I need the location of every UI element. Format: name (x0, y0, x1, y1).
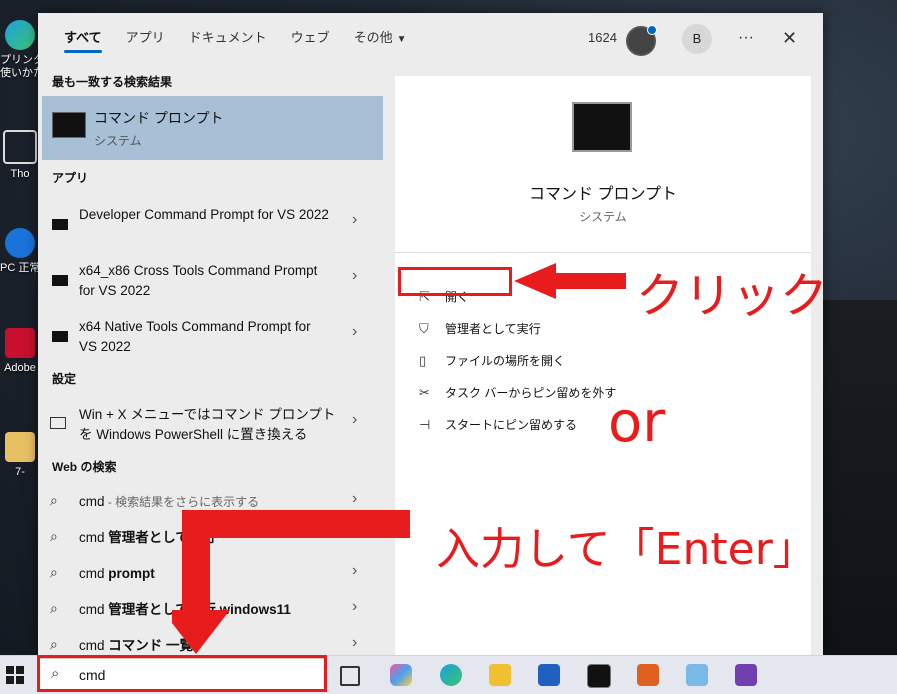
close-button[interactable]: ✕ (782, 13, 797, 63)
terminal-icon[interactable] (587, 664, 611, 688)
settings-result-item[interactable]: Win + X メニューではコマンド プロンプトを Windows PowerS… (42, 401, 383, 453)
action-open-file-location[interactable]: ▯ ファイルの場所を開く (419, 352, 565, 369)
chevron-right-icon[interactable]: › (352, 211, 357, 229)
search-icon: ⌕ (50, 636, 58, 652)
terminal-icon (572, 102, 632, 152)
chevron-right-icon[interactable]: › (352, 634, 357, 652)
web-search-heading: Web の検索 (52, 460, 117, 474)
tab-documents[interactable]: ドキュメント (177, 13, 279, 63)
apps-heading: アプリ (52, 171, 89, 185)
task-view-icon[interactable] (340, 666, 360, 686)
app-result-item[interactable]: x64 Native Tools Command Prompt for VS 2… (42, 313, 383, 365)
search-header: すべて アプリ ドキュメント ウェブ その他 ▼ 1624 B ··· ✕ (38, 13, 823, 63)
chevron-right-icon[interactable]: › (352, 323, 357, 341)
avatar[interactable]: B (682, 24, 712, 54)
file-icon: ▯ (419, 353, 427, 368)
divider (395, 252, 811, 253)
rewards-points: 1624 (588, 30, 617, 45)
chevron-right-icon[interactable]: › (352, 411, 357, 429)
search-icon: ⌕ (50, 600, 58, 616)
chevron-right-icon[interactable]: › (352, 267, 357, 285)
tab-more[interactable]: その他 ▼ (342, 13, 419, 63)
terminal-icon (52, 219, 68, 230)
desktop-icon-edge[interactable]: プリンター 使いかた (0, 20, 40, 80)
detail-title: コマンド プロンプト (529, 186, 677, 203)
terminal-icon (52, 331, 68, 342)
rewards-trophy-icon[interactable] (626, 25, 657, 56)
notification-dot (647, 25, 657, 35)
media-player-icon[interactable] (637, 664, 659, 686)
best-match-heading: 最も一致する検索結果 (52, 75, 173, 89)
chevron-down-icon: ▼ (396, 34, 407, 45)
pin-icon: ⊣ (419, 417, 431, 432)
detail-subtitle: システム (579, 210, 627, 224)
terminal-icon (52, 112, 86, 138)
app-result-item[interactable]: x64_x86 Cross Tools Command Prompt for V… (42, 257, 383, 309)
action-pin-start[interactable]: ⊣ スタートにピン留めする (419, 416, 577, 433)
action-unpin-taskbar[interactable]: ✂ タスク バーからピン留めを外す (419, 384, 616, 401)
monitor-icon (50, 417, 66, 429)
desktop-icon-adobe[interactable]: Adobe (0, 328, 40, 375)
search-icon: ⌕ (50, 564, 58, 580)
annotation-or: or (608, 390, 666, 455)
tab-apps[interactable]: アプリ (114, 13, 177, 63)
file-explorer-icon[interactable] (489, 664, 511, 686)
settings-heading: 設定 (52, 372, 77, 386)
windows-start-button[interactable] (6, 666, 24, 684)
pc-health-icon (5, 228, 35, 258)
terminal-icon (52, 275, 68, 286)
arrow-down-icon (172, 510, 230, 654)
annotation-click: クリック (636, 268, 829, 324)
desktop-icon-folder[interactable]: 7- (0, 432, 40, 479)
app-icon (3, 130, 37, 164)
desktop-icon-app[interactable]: Tho (0, 130, 40, 181)
app-result-item[interactable]: Developer Command Prompt for VS 2022 › (42, 201, 383, 253)
chevron-right-icon[interactable]: › (352, 562, 357, 580)
adobe-icon (5, 328, 35, 358)
search-icon: ⌕ (50, 492, 58, 508)
best-match-item[interactable]: コマンド プロンプト システム (42, 96, 383, 160)
best-match-subtitle: システム (94, 134, 142, 148)
search-icon: ⌕ (50, 528, 58, 544)
best-match-title: コマンド プロンプト (94, 110, 224, 126)
desktop-icon-pc-health[interactable]: PC 正常 (0, 228, 40, 275)
unpin-icon: ✂ (419, 385, 430, 400)
desktop-wallpaper-mountain (820, 300, 897, 655)
edge-icon[interactable] (440, 664, 462, 686)
chevron-right-icon[interactable]: › (352, 598, 357, 616)
taskbar: ⌕ cmd (0, 655, 897, 694)
folder-icon (5, 432, 35, 462)
visual-studio-icon[interactable] (735, 664, 757, 686)
edge-icon (5, 20, 35, 50)
shield-icon: ⛉ (419, 321, 429, 336)
annotation-enter: 入力して「Enter」 (436, 524, 817, 575)
arrow-left-icon (514, 263, 626, 299)
highlight-search-box (37, 655, 327, 692)
filter-tabs: すべて アプリ ドキュメント ウェブ その他 ▼ (52, 13, 419, 63)
more-options-button[interactable]: ··· (738, 13, 754, 63)
chevron-right-icon[interactable]: › (352, 490, 357, 508)
action-run-as-admin[interactable]: ⛉ 管理者として実行 (419, 320, 541, 337)
highlight-open-box (398, 267, 512, 296)
tab-all[interactable]: すべて (52, 13, 114, 63)
notepad-icon[interactable] (686, 664, 708, 686)
store-icon[interactable] (538, 664, 560, 686)
copilot-icon[interactable] (390, 664, 412, 686)
tab-web[interactable]: ウェブ (279, 13, 342, 63)
